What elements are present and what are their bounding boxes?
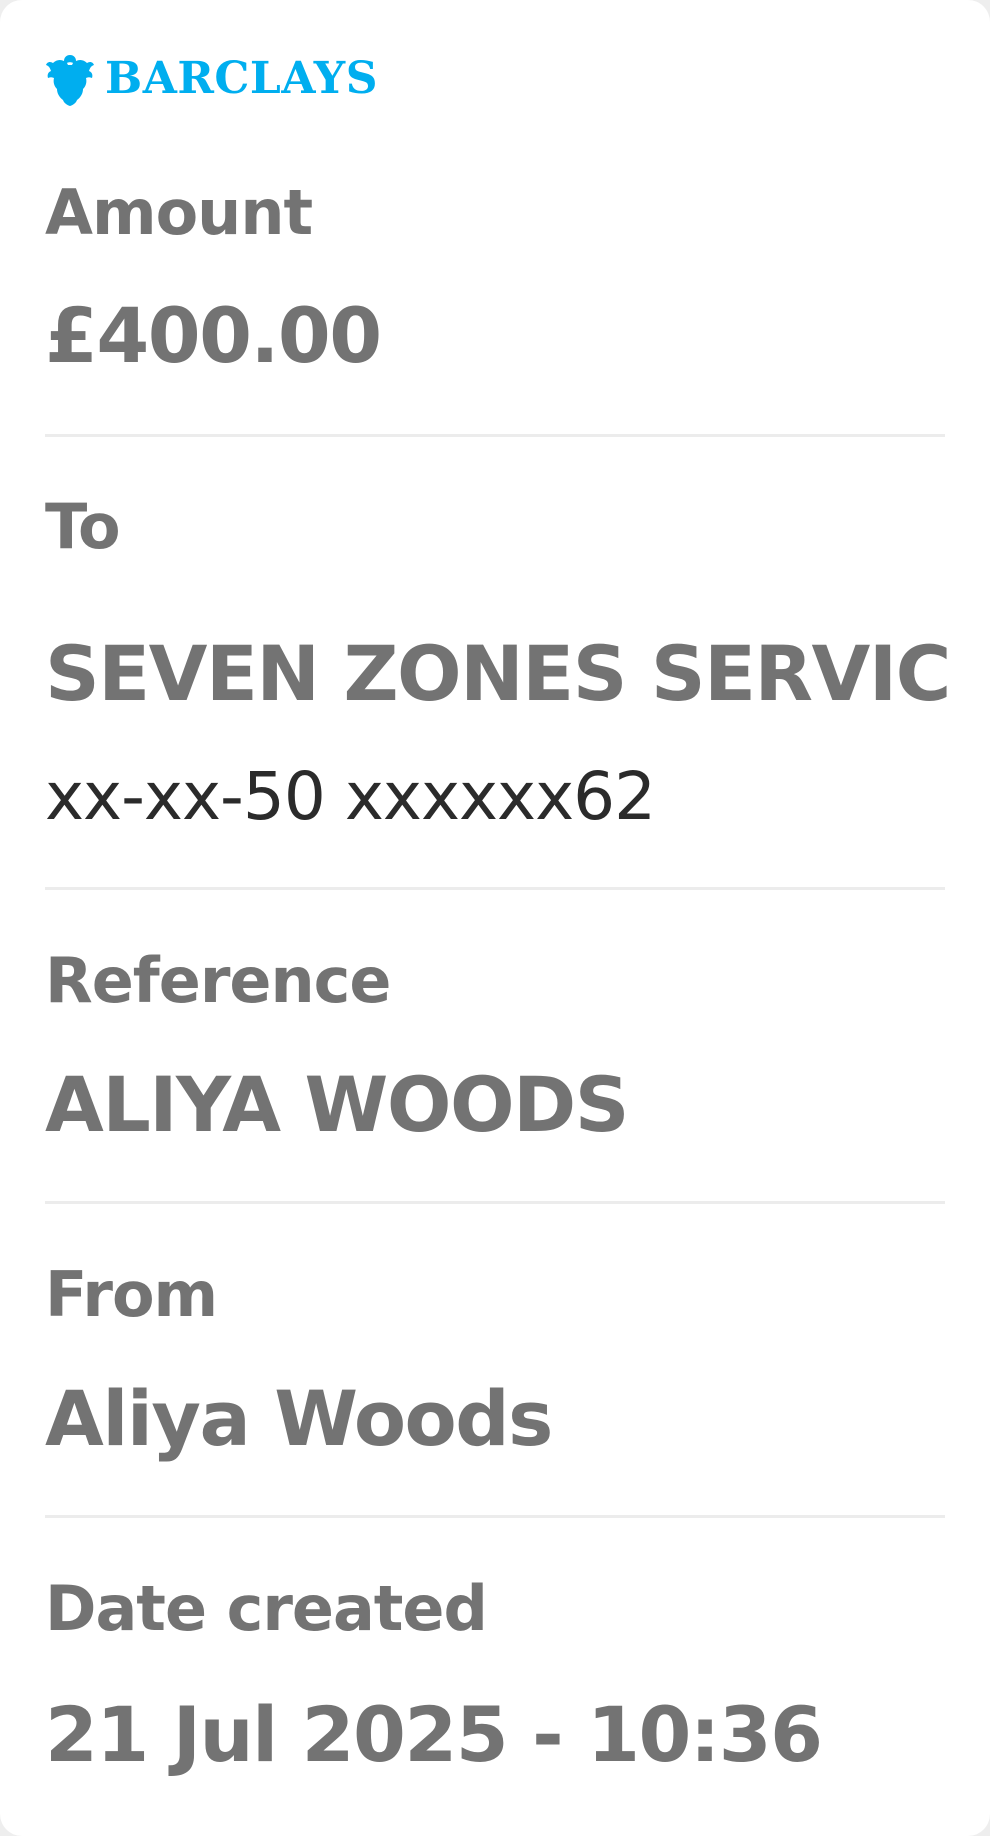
divider bbox=[45, 887, 945, 890]
date-created-value: 21 Jul 2025 - 10:36 bbox=[45, 1690, 823, 1779]
barclays-logo: BARCLAYS bbox=[45, 50, 378, 108]
amount-section: Amount bbox=[45, 182, 945, 244]
divider bbox=[45, 1201, 945, 1204]
amount-label: Amount bbox=[45, 176, 313, 249]
payee-name: SEVEN ZONES SERVIC bbox=[45, 629, 951, 718]
divider bbox=[45, 434, 945, 437]
reference-label: Reference bbox=[45, 944, 391, 1017]
to-account-row: xx-xx-50 xxxxxx62 bbox=[45, 764, 945, 830]
reference-value-row: ALIYA WOODS bbox=[45, 1067, 945, 1143]
brand-name: BARCLAYS bbox=[105, 53, 378, 104]
date-created-value-row: 21 Jul 2025 - 10:36 bbox=[45, 1697, 945, 1773]
from-value-row: Aliya Woods bbox=[45, 1381, 945, 1457]
divider bbox=[45, 1515, 945, 1518]
date-created-section: Date created bbox=[45, 1578, 945, 1640]
payment-details-card: BARCLAYS Amount £400.00 To SEVEN ZONES S… bbox=[0, 0, 990, 1836]
from-label: From bbox=[45, 1258, 218, 1331]
date-created-label: Date created bbox=[45, 1572, 488, 1645]
from-value: Aliya Woods bbox=[45, 1374, 553, 1463]
reference-section: Reference bbox=[45, 950, 945, 1012]
amount-value-row: £400.00 bbox=[45, 298, 945, 374]
eagle-icon bbox=[45, 51, 95, 107]
reference-value: ALIYA WOODS bbox=[45, 1060, 629, 1149]
payee-account-number: xx-xx-50 xxxxxx62 bbox=[45, 758, 656, 835]
amount-value: £400.00 bbox=[45, 291, 382, 380]
to-section: To bbox=[45, 496, 945, 558]
to-label: To bbox=[45, 490, 121, 563]
to-name-row: SEVEN ZONES SERVIC bbox=[45, 629, 951, 718]
from-section: From bbox=[45, 1264, 945, 1326]
